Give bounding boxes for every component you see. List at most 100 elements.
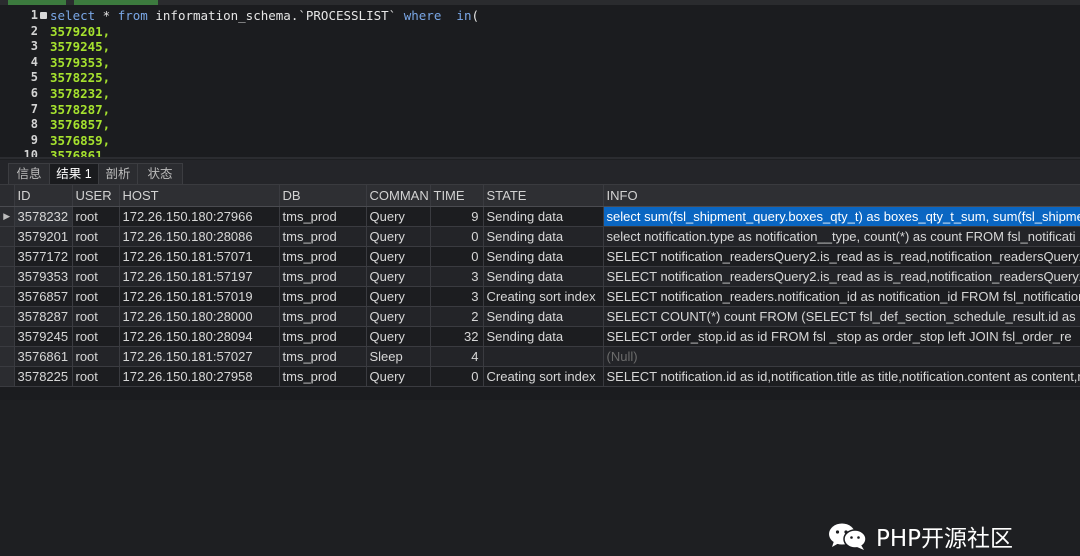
- cell-host[interactable]: 172.26.150.180:28000: [119, 306, 280, 327]
- splitter[interactable]: [0, 157, 1080, 159]
- cell-id[interactable]: 3578287: [14, 306, 73, 327]
- cell-id[interactable]: 3578225: [14, 366, 73, 387]
- table-row[interactable]: ▶ 3578232 root 172.26.150.180:27966 tms_prod…: [0, 206, 1080, 227]
- tab-status[interactable]: 状态: [137, 163, 183, 184]
- cell-info[interactable]: SELECT notification_readersQuery2.is_rea…: [603, 246, 1080, 267]
- cell-host[interactable]: 172.26.150.181:57197: [119, 266, 280, 287]
- cell-time[interactable]: 9: [430, 206, 484, 227]
- cell-db[interactable]: tms_prod: [279, 266, 367, 287]
- cell-state[interactable]: Sending data: [483, 226, 604, 247]
- cell-time[interactable]: 4: [430, 346, 484, 367]
- cell-info[interactable]: SELECT notification_readers.notification…: [603, 286, 1080, 307]
- cell-state[interactable]: Sending data: [483, 266, 604, 287]
- cell-state[interactable]: Sending data: [483, 246, 604, 267]
- cell-command[interactable]: Query: [366, 246, 431, 267]
- tab-profile[interactable]: 剖析: [98, 163, 138, 184]
- table-row[interactable]: 3578225 root 172.26.150.180:27958 tms_prod Q…: [0, 366, 1080, 387]
- cell-info[interactable]: (Null): [603, 346, 1080, 367]
- cell-user[interactable]: root: [72, 366, 120, 387]
- cell-info[interactable]: SELECT order_stop.id as id FROM fsl _sto…: [603, 326, 1080, 347]
- cell-command[interactable]: Query: [366, 326, 431, 347]
- cell-state[interactable]: [483, 346, 604, 367]
- cell-db[interactable]: tms_prod: [279, 366, 367, 387]
- column-header-state[interactable]: STATE: [483, 185, 604, 207]
- current-row-indicator-icon[interactable]: ▶: [0, 206, 15, 227]
- cell-state[interactable]: Creating sort index: [483, 366, 604, 387]
- tab-info[interactable]: 信息: [8, 163, 50, 184]
- row-indicator[interactable]: [0, 246, 15, 267]
- sql-editor[interactable]: 1 select * from information_schema.`PROCE…: [0, 0, 1080, 159]
- cell-db[interactable]: tms_prod: [279, 226, 367, 247]
- cell-state[interactable]: Creating sort index: [483, 286, 604, 307]
- table-row[interactable]: 3576857 root 172.26.150.181:57019 tms_prod Q…: [0, 286, 1080, 307]
- cell-host[interactable]: 172.26.150.181:57027: [119, 346, 280, 367]
- cell-info[interactable]: SELECT notification.id as id,notificatio…: [603, 366, 1080, 387]
- cell-db[interactable]: tms_prod: [279, 246, 367, 267]
- cell-info[interactable]: select sum(fsl_shipment_query.boxes_qty_…: [603, 206, 1080, 227]
- cell-user[interactable]: root: [72, 286, 120, 307]
- cell-time[interactable]: 0: [430, 366, 484, 387]
- cell-command[interactable]: Query: [366, 286, 431, 307]
- row-indicator[interactable]: [0, 226, 15, 247]
- cell-host[interactable]: 172.26.150.181:57071: [119, 246, 280, 267]
- cell-user[interactable]: root: [72, 306, 120, 327]
- toolbar-tab-indicator[interactable]: [74, 0, 158, 5]
- fold-toggle-icon[interactable]: [40, 12, 47, 19]
- cell-time[interactable]: 32: [430, 326, 484, 347]
- cell-time[interactable]: 0: [430, 246, 484, 267]
- cell-id[interactable]: 3579245: [14, 326, 73, 347]
- cell-info[interactable]: select notification.type as notification…: [603, 226, 1080, 247]
- cell-host[interactable]: 172.26.150.180:27958: [119, 366, 280, 387]
- row-indicator[interactable]: [0, 286, 15, 307]
- cell-state[interactable]: Sending data: [483, 206, 604, 227]
- cell-user[interactable]: root: [72, 326, 120, 347]
- cell-id[interactable]: 3576861: [14, 346, 73, 367]
- cell-id[interactable]: 3579201: [14, 226, 73, 247]
- cell-db[interactable]: tms_prod: [279, 306, 367, 327]
- cell-state[interactable]: Sending data: [483, 326, 604, 347]
- table-row[interactable]: 3577172 root 172.26.150.181:57071 tms_prod Q…: [0, 246, 1080, 267]
- cell-time[interactable]: 0: [430, 226, 484, 247]
- cell-time[interactable]: 2: [430, 306, 484, 327]
- cell-state[interactable]: Sending data: [483, 306, 604, 327]
- tab-result-1[interactable]: 结果 1: [49, 163, 99, 184]
- cell-command[interactable]: Query: [366, 206, 431, 227]
- column-header-host[interactable]: HOST: [119, 185, 280, 207]
- row-indicator[interactable]: [0, 346, 15, 367]
- cell-time[interactable]: 3: [430, 286, 484, 307]
- column-header-db[interactable]: DB: [279, 185, 367, 207]
- cell-db[interactable]: tms_prod: [279, 286, 367, 307]
- cell-user[interactable]: root: [72, 226, 120, 247]
- column-header-id[interactable]: ID: [14, 185, 73, 207]
- cell-command[interactable]: Query: [366, 306, 431, 327]
- cell-id[interactable]: 3577172: [14, 246, 73, 267]
- column-header-time[interactable]: TIME: [430, 185, 484, 207]
- cell-info[interactable]: SELECT COUNT(*) count FROM (SELECT fsl_d…: [603, 306, 1080, 327]
- cell-command[interactable]: Sleep: [366, 346, 431, 367]
- column-header-user[interactable]: USER: [72, 185, 120, 207]
- cell-info[interactable]: SELECT notification_readersQuery2.is_rea…: [603, 266, 1080, 287]
- row-indicator[interactable]: [0, 306, 15, 327]
- result-grid[interactable]: ID USER HOST DB COMMAN TIME STATE INFO ▶…: [0, 185, 1080, 552]
- cell-command[interactable]: Query: [366, 266, 431, 287]
- cell-host[interactable]: 172.26.150.180:27966: [119, 206, 280, 227]
- cell-command[interactable]: Query: [366, 366, 431, 387]
- cell-host[interactable]: 172.26.150.180:28086: [119, 226, 280, 247]
- column-header-info[interactable]: INFO: [603, 185, 1080, 207]
- cell-id[interactable]: 3578232: [14, 206, 73, 227]
- cell-user[interactable]: root: [72, 266, 120, 287]
- cell-db[interactable]: tms_prod: [279, 326, 367, 347]
- cell-host[interactable]: 172.26.150.181:57019: [119, 286, 280, 307]
- cell-time[interactable]: 3: [430, 266, 484, 287]
- row-indicator[interactable]: [0, 366, 15, 387]
- row-indicator[interactable]: [0, 266, 15, 287]
- cell-host[interactable]: 172.26.150.180:28094: [119, 326, 280, 347]
- cell-user[interactable]: root: [72, 206, 120, 227]
- table-row[interactable]: 3578287 root 172.26.150.180:28000 tms_prod Q…: [0, 306, 1080, 327]
- table-row[interactable]: 3579201 root 172.26.150.180:28086 tms_prod Q…: [0, 226, 1080, 247]
- cell-id[interactable]: 3576857: [14, 286, 73, 307]
- cell-user[interactable]: root: [72, 246, 120, 267]
- table-row[interactable]: 3579353 root 172.26.150.181:57197 tms_prod Q…: [0, 266, 1080, 287]
- cell-user[interactable]: root: [72, 346, 120, 367]
- table-row[interactable]: 3579245 root 172.26.150.180:28094 tms_prod Q…: [0, 326, 1080, 347]
